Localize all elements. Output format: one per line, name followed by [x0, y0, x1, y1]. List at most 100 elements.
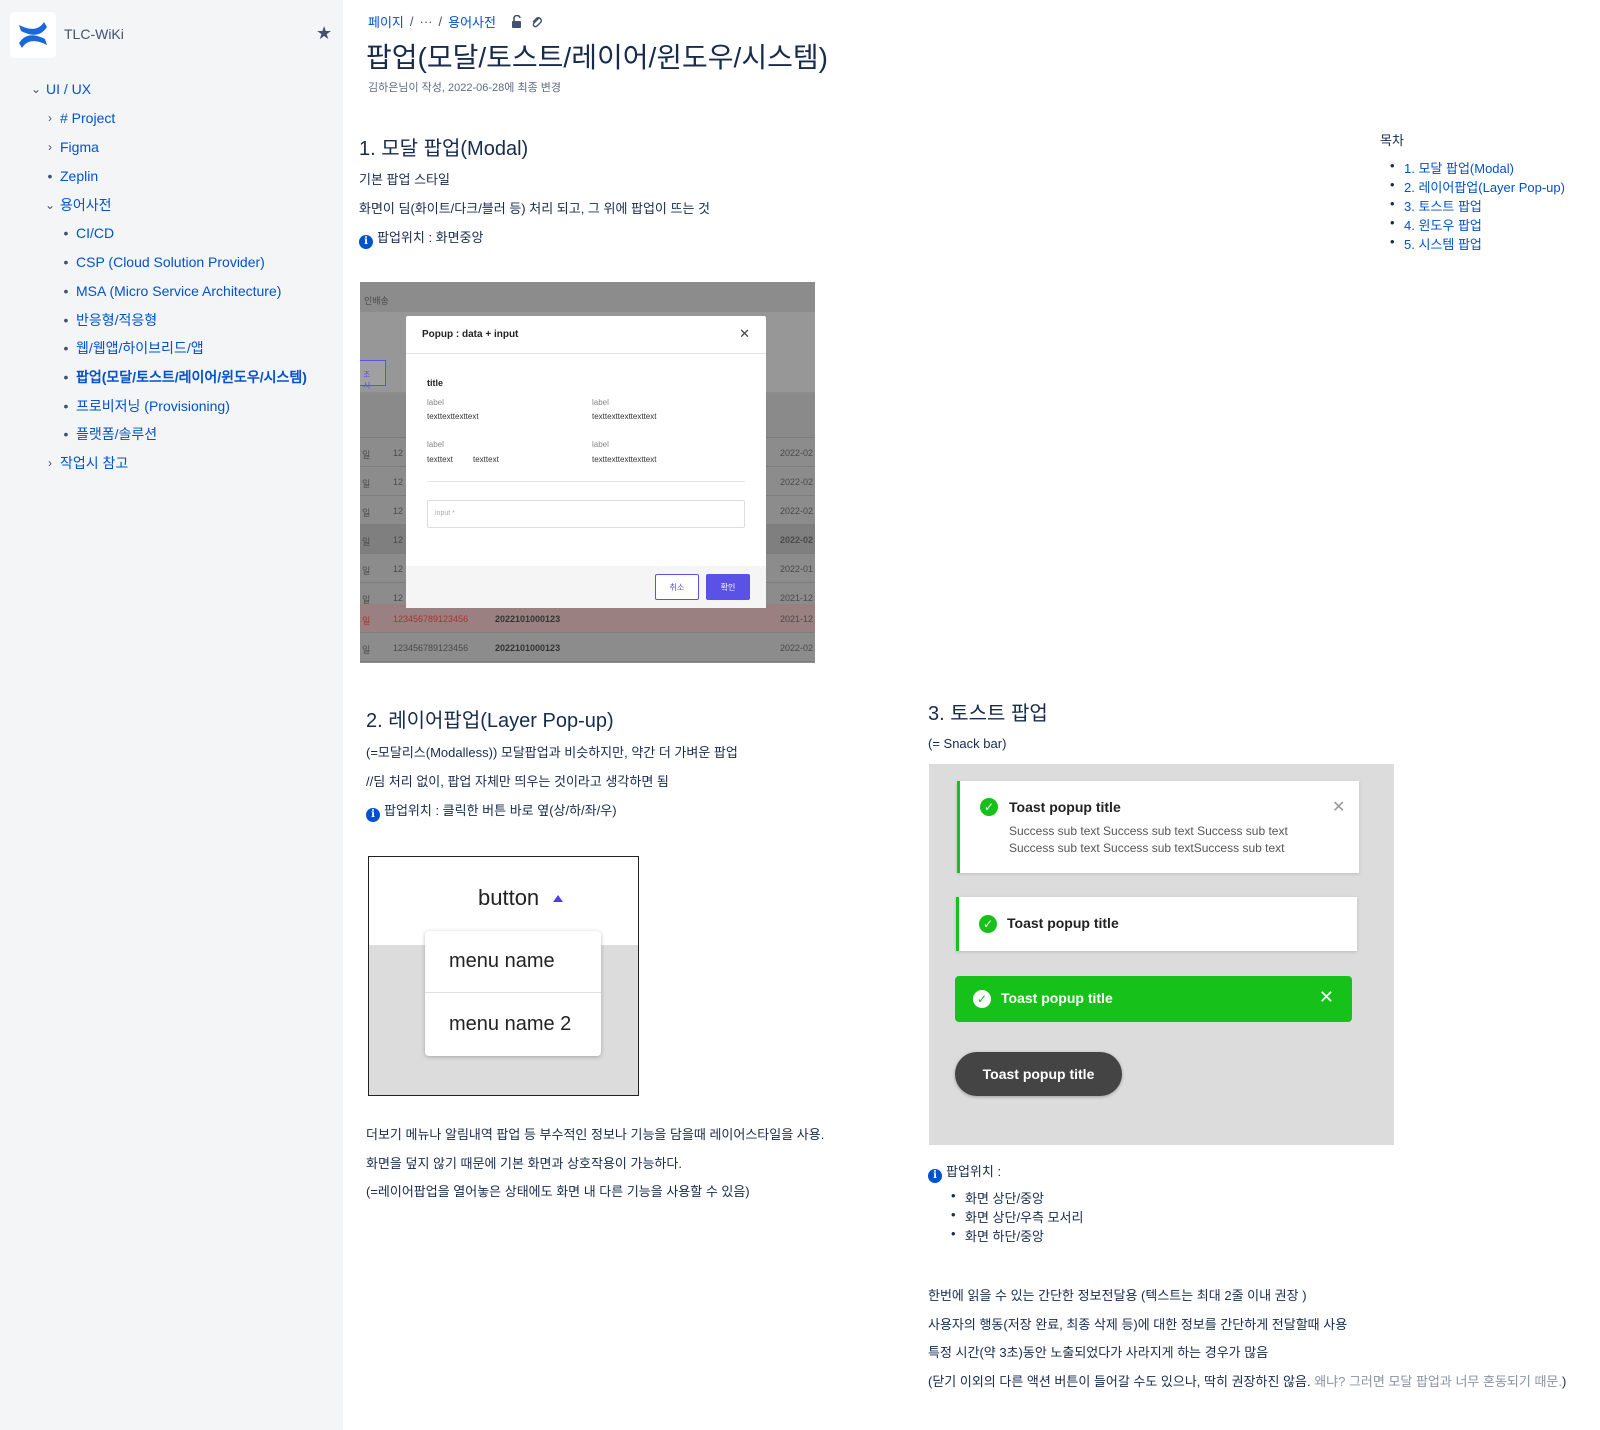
modal-desc-2: 화면이 딤(화이트/다크/블러 등) 처리 되고, 그 위에 팝업이 뜨는 것 — [359, 201, 711, 216]
toc-link-modal[interactable]: 1. 모달 팝업(Modal) — [1390, 158, 1514, 177]
modal-value: texttext — [473, 455, 499, 464]
toast-note-3: 특정 시간(약 3초)동안 노출되었다가 사라지게 하는 경우가 많음 — [928, 1345, 1269, 1360]
info-icon: i — [928, 1168, 942, 1183]
check-circle-icon: ✓ — [973, 990, 991, 1008]
chevron-right-icon[interactable]: › — [42, 140, 58, 154]
bullet-icon: • — [63, 254, 69, 270]
toc-link-toast[interactable]: 3. 토스트 팝업 — [1390, 196, 1482, 215]
info-icon: i — [359, 234, 373, 249]
sidebar-item-glossary[interactable]: ⌄ 용어사전 — [42, 194, 112, 216]
toast-title: Toast popup title — [1001, 990, 1113, 1006]
toast-subtext: Success sub text Success sub text Succes… — [1009, 824, 1288, 838]
layer-note-3: (=레이어팝업을 열어놓은 상태에도 화면 내 다른 기능을 사용할 수 있음) — [366, 1184, 750, 1199]
page-title: 팝업(모달/토스트/레이어/윈도우/시스템) — [366, 42, 828, 73]
toast-note-1: 한번에 읽을 수 있는 간단한 정보전달용 (텍스트는 최대 2줄 이내 권장 … — [928, 1288, 1307, 1303]
chevron-right-icon[interactable]: › — [42, 456, 58, 470]
sidebar-item-platform[interactable]: • 플랫폼/솔루션 — [58, 423, 158, 445]
modal-section-title: title — [427, 378, 444, 388]
toc-title: 목차 — [1380, 133, 1404, 148]
modal-title: Popup : data + input — [422, 329, 519, 340]
sidebar-item-work-reference[interactable]: › 작업시 참고 — [42, 452, 128, 474]
dropdown-menu: menu name menu name 2 — [425, 931, 601, 1056]
bullet-icon: • — [63, 398, 69, 414]
modal-value: texttext — [427, 455, 453, 464]
list-item: 화면 상단/우측 모서리 — [951, 1207, 1083, 1226]
sidebar-item-responsive[interactable]: • 반응형/적응형 — [58, 309, 158, 331]
toast-title: Toast popup title — [1007, 915, 1119, 931]
section-heading-modal: 1. 모달 팝업(Modal) — [359, 138, 529, 160]
star-icon[interactable]: ★ — [316, 24, 332, 42]
space-name[interactable]: TLC-WiKi — [64, 26, 124, 42]
toast-note-4: (닫기 이외의 다른 액션 버튼이 들어갈 수도 있으나, 딱히 권장하진 않음… — [928, 1374, 1567, 1389]
breadcrumb: 페이지 / ··· / 용어사전 — [368, 12, 544, 31]
modal-input-field: input * — [427, 500, 745, 528]
modal-divider — [427, 481, 745, 482]
confluence-logo-icon[interactable] — [10, 12, 56, 58]
modal-label: label — [592, 440, 609, 449]
bullet-icon: • — [47, 168, 53, 184]
sidebar-item-figma[interactable]: › Figma — [42, 136, 99, 158]
chevron-right-icon[interactable]: › — [42, 111, 58, 125]
unlock-icon[interactable] — [510, 14, 524, 29]
toast-subtext: Success sub text Success sub textSuccess… — [1009, 841, 1285, 855]
sidebar-item-project[interactable]: › # Project — [42, 107, 115, 129]
menu-item: menu name 2 — [449, 1012, 572, 1035]
toast-note-2: 사용자의 행동(저장 완료, 최종 삭제 등)에 대한 정보를 간단하게 전달할… — [928, 1317, 1348, 1332]
toast-position-list: 화면 상단/중앙 화면 상단/우측 모서리 화면 하단/중앙 — [951, 1188, 1083, 1245]
bullet-icon: • — [63, 312, 69, 328]
toast-success-filled: ✓ Toast popup title ✕ — [955, 976, 1352, 1022]
close-icon: ✕ — [1332, 799, 1346, 816]
layer-note-1: 더보기 메뉴나 알림내역 팝업 등 부수적인 정보나 기능을 담을때 레이어스타… — [366, 1127, 825, 1142]
toc-link-layer[interactable]: 2. 레이어팝업(Layer Pop-up) — [1390, 177, 1565, 196]
modal-desc-1: 기본 팝업 스타일 — [359, 172, 450, 187]
sidebar-item-csp[interactable]: • CSP (Cloud Solution Provider) — [58, 251, 265, 273]
bg-button: 조시 — [360, 360, 386, 390]
modal-label: label — [427, 398, 444, 407]
modal-label: label — [592, 398, 609, 407]
sidebar-item-provisioning[interactable]: • 프로비저닝 (Provisioning) — [58, 395, 230, 417]
section-heading-toast: 3. 토스트 팝업 — [928, 703, 1048, 725]
dropdown-button: button — [478, 885, 564, 911]
toast-dark-pill: Toast popup title — [955, 1052, 1122, 1096]
breadcrumb-separator: / — [409, 14, 414, 29]
byline: 김하은님이 작성, 2022-06-28에 최종 변경 — [368, 82, 561, 94]
toast-with-subtext: ✓ Toast popup title Success sub text Suc… — [957, 781, 1359, 873]
bg-header-text: 인배송 — [364, 296, 389, 306]
list-item: 화면 하단/중앙 — [951, 1226, 1083, 1245]
toast-position: i 팝업위치 : — [928, 1161, 1001, 1183]
bullet-icon: • — [63, 426, 69, 442]
toast-example-image: ✓ Toast popup title Success sub text Suc… — [929, 764, 1394, 1145]
modal-label: label — [427, 440, 444, 449]
modal-dialog: Popup : data + input ✕ title label textt… — [406, 316, 766, 608]
layer-example-image: button menu name menu name 2 — [368, 856, 639, 1096]
modal-header: Popup : data + input ✕ — [406, 316, 766, 354]
sidebar-item-cicd[interactable]: • CI/CD — [58, 222, 115, 244]
sidebar-item-popup[interactable]: • 팝업(모달/토스트/레이어/윈도우/시스템) — [58, 366, 307, 388]
toast-simple: ✓ Toast popup title — [956, 897, 1357, 951]
close-icon: ✕ — [739, 326, 750, 341]
modal-example-image: 인배송 조시 일 12 2022-02 일 12 2022-02 일 12 2022-02 … — [360, 282, 815, 663]
breadcrumb-glossary[interactable]: 용어사전 — [448, 12, 496, 31]
layer-desc-1: (=모달리스(Modalless)) 모달팝업과 비슷하지만, 약간 더 가벼운… — [366, 745, 738, 760]
layer-note-2: 화면을 덮지 않기 때문에 기본 화면과 상호작용이 가능하다. — [366, 1156, 682, 1171]
breadcrumb-pages[interactable]: 페이지 — [368, 12, 404, 31]
bg-row: 일 123456789123456 2022101000123 2022-02 — [360, 633, 815, 662]
toast-title: Toast popup title — [1009, 799, 1121, 815]
toc-link-window[interactable]: 4. 윈도우 팝업 — [1390, 215, 1482, 234]
close-icon: ✕ — [1318, 987, 1334, 1007]
attachment-icon[interactable] — [530, 15, 544, 29]
sidebar-item-ui-ux[interactable]: ⌄ UI / UX — [28, 78, 91, 100]
breadcrumb-ellipsis[interactable]: ··· — [420, 14, 433, 29]
chevron-down-icon[interactable]: ⌄ — [28, 82, 44, 96]
sidebar-item-msa[interactable]: • MSA (Micro Service Architecture) — [58, 280, 282, 302]
chevron-down-icon[interactable]: ⌄ — [42, 198, 58, 212]
toc-link-system[interactable]: 5. 시스템 팝업 — [1390, 234, 1482, 253]
bullet-icon: • — [63, 369, 69, 385]
bullet-icon: • — [63, 283, 69, 299]
sidebar-item-webapp[interactable]: • 웹/웹앱/하이브리드/앱 — [58, 337, 204, 359]
bullet-icon: • — [63, 340, 69, 356]
sidebar-item-zeplin[interactable]: • Zeplin — [42, 165, 99, 187]
check-circle-icon: ✓ — [979, 915, 997, 933]
menu-item: menu name — [425, 931, 601, 993]
bg-row-highlight: 일 123456789123456 2022101000123 2021-12 — [360, 604, 815, 633]
